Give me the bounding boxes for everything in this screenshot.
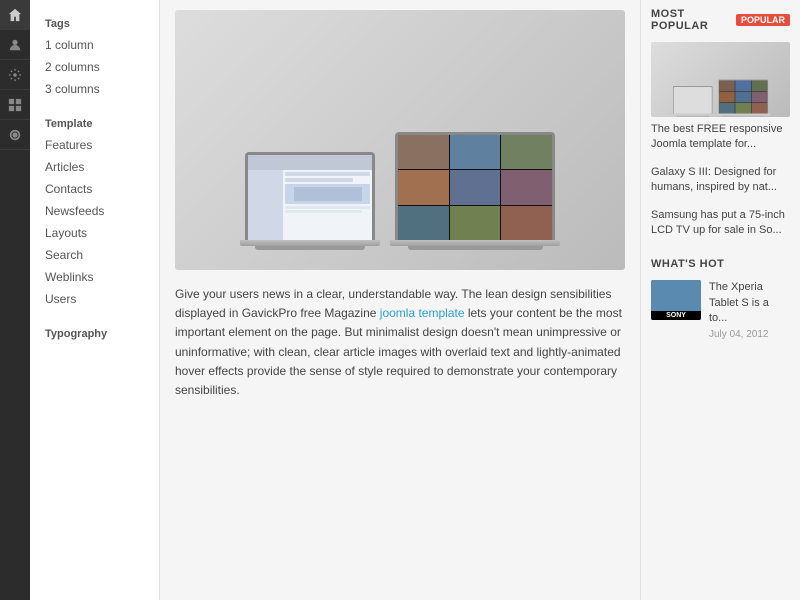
photo-cell-8	[450, 206, 501, 240]
main-content-area: Give your users news in a clear, underst…	[160, 0, 640, 600]
photo-cell-6	[501, 170, 552, 204]
nav-item-users[interactable]: Users	[30, 288, 159, 310]
nav-item-1column[interactable]: 1 column	[30, 34, 159, 56]
sidebar-icons-panel	[0, 0, 30, 600]
laptop-large	[390, 132, 560, 250]
nav-item-contacts[interactable]: Contacts	[30, 178, 159, 200]
whats-hot-item-1[interactable]: SONY The Xperia Tablet S is a to... July…	[651, 280, 790, 339]
photo-cell-5	[450, 170, 501, 204]
whats-hot-section: WHAT'S HOT SONY The Xperia Tablet S is a…	[651, 250, 790, 339]
typography-section-title: Typography	[30, 320, 159, 344]
popular-item-2[interactable]: Galaxy S III: Designed for humans, inspi…	[651, 165, 790, 196]
whats-hot-item-title-1: The Xperia Tablet S is a to...	[709, 280, 790, 326]
tags-section-title: Tags	[30, 10, 159, 34]
laptop-stand-small	[255, 246, 365, 250]
grid-icon[interactable]	[0, 90, 30, 120]
most-popular-header: MOST POPULAR POPULAR	[651, 0, 790, 32]
popular-item-1[interactable]: The best FREE responsive Joomla template…	[651, 42, 790, 153]
settings-icon[interactable]	[0, 60, 30, 90]
popular-item-1-image	[651, 42, 790, 117]
circle-icon[interactable]	[0, 120, 30, 150]
nav-item-search[interactable]: Search	[30, 244, 159, 266]
popular-badge: POPULAR	[736, 14, 790, 26]
popular-item-2-title: Galaxy S III: Designed for humans, inspi…	[651, 165, 790, 196]
popular-item-3[interactable]: Samsung has put a 75-inch LCD TV up for …	[651, 208, 790, 239]
nav-item-weblinks[interactable]: Weblinks	[30, 266, 159, 288]
whats-hot-info-1: The Xperia Tablet S is a to... July 04, …	[709, 280, 790, 339]
photo-cell-9	[501, 206, 552, 240]
template-section-title: Template	[30, 110, 159, 134]
nav-item-layouts[interactable]: Layouts	[30, 222, 159, 244]
left-navigation: Tags 1 column 2 columns 3 columns Templa…	[30, 0, 160, 600]
whats-hot-item-date-1: July 04, 2012	[709, 329, 790, 340]
laptops-illustration	[220, 10, 580, 270]
hero-image	[175, 10, 625, 270]
user-icon[interactable]	[0, 30, 30, 60]
nav-item-features[interactable]: Features	[30, 134, 159, 156]
laptop-screen-small	[245, 152, 375, 240]
home-icon[interactable]	[0, 0, 30, 30]
nav-item-3columns[interactable]: 3 columns	[30, 78, 159, 100]
photo-cell-1	[398, 135, 449, 169]
whats-hot-thumb-1: SONY	[651, 280, 701, 320]
whats-hot-title: WHAT'S HOT	[651, 258, 724, 270]
article-joomla-link[interactable]: joomla template	[380, 306, 465, 320]
photo-cell-3	[501, 135, 552, 169]
photo-cell-2	[450, 135, 501, 169]
laptop-screen-large	[395, 132, 555, 240]
photo-cell-4	[398, 170, 449, 204]
laptop-stand-large	[408, 246, 543, 250]
nav-item-articles[interactable]: Articles	[30, 156, 159, 178]
popular-item-1-title: The best FREE responsive Joomla template…	[651, 122, 790, 153]
sony-brand-label: SONY	[651, 311, 701, 320]
popular-item-3-title: Samsung has put a 75-inch LCD TV up for …	[651, 208, 790, 239]
whats-hot-header: WHAT'S HOT	[651, 250, 790, 270]
article-paragraph: Give your users news in a clear, underst…	[175, 285, 625, 400]
right-sidebar: MOST POPULAR POPULAR	[640, 0, 800, 600]
nav-item-newsfeeds[interactable]: Newsfeeds	[30, 200, 159, 222]
most-popular-title: MOST POPULAR	[651, 8, 731, 32]
laptop-small	[240, 152, 380, 250]
nav-item-2columns[interactable]: 2 columns	[30, 56, 159, 78]
photo-cell-7	[398, 206, 449, 240]
